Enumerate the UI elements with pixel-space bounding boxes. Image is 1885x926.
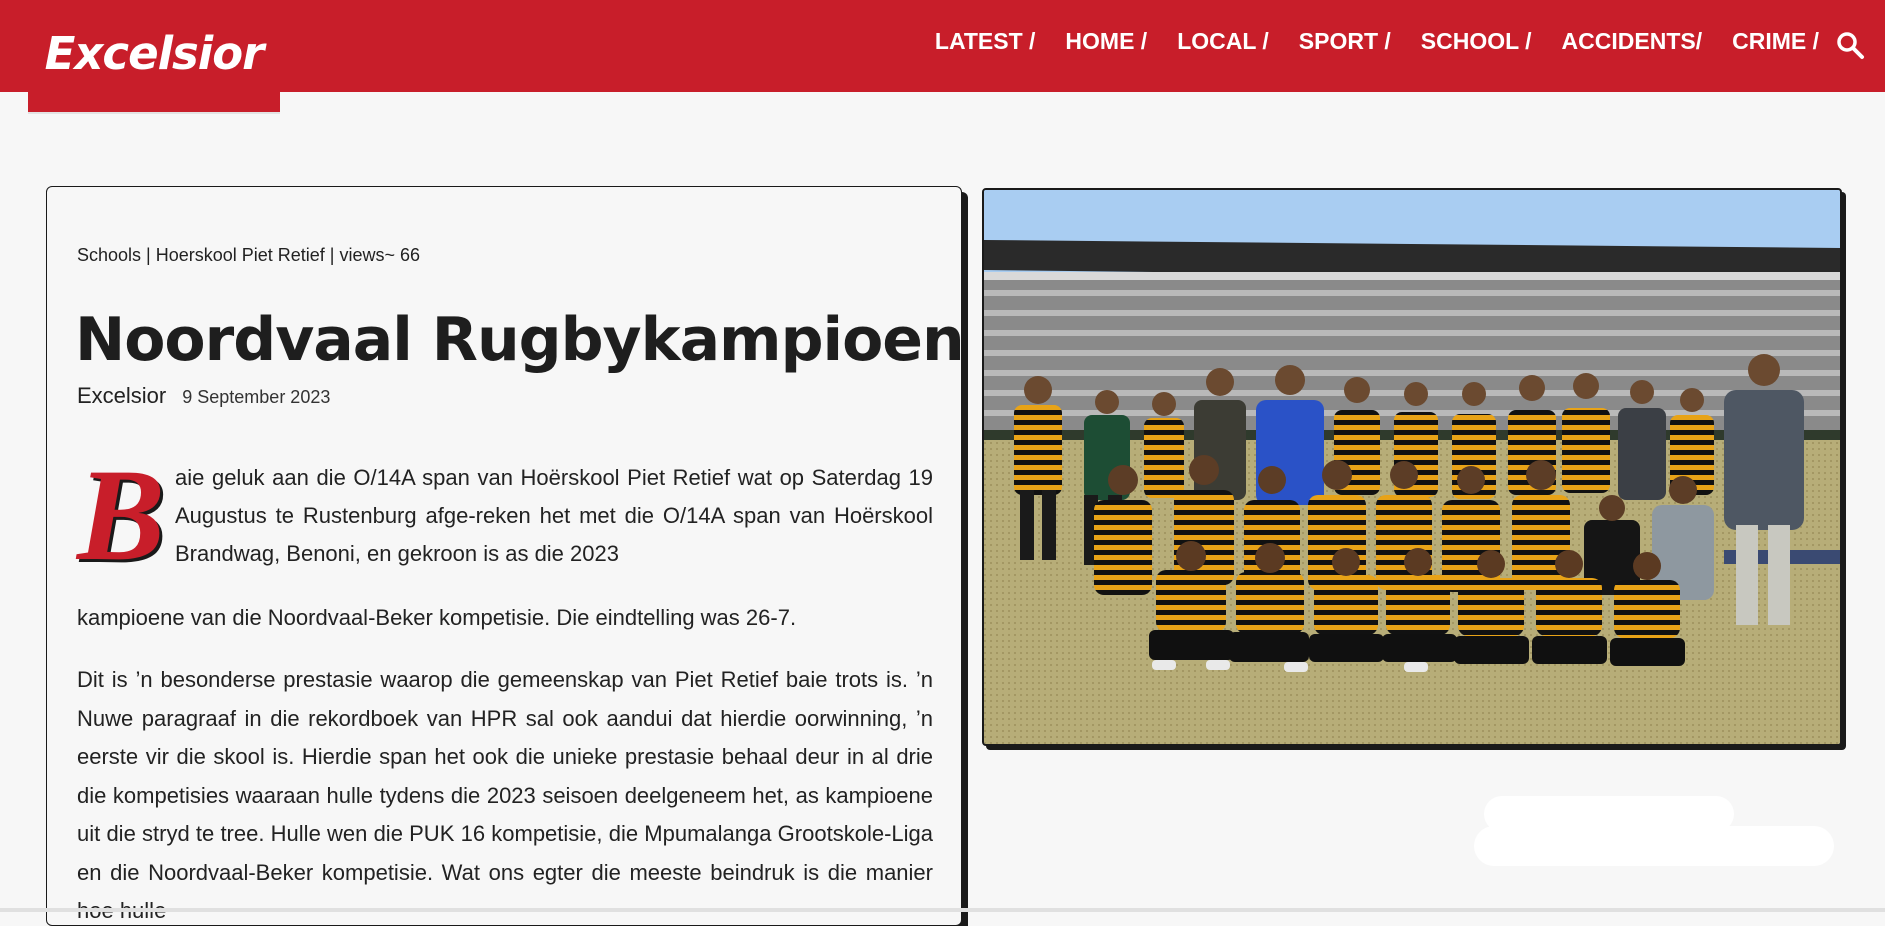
drop-cap: B (77, 441, 166, 588)
byline: Excelsior 9 September 2023 (77, 383, 330, 409)
article-card: Schools | Hoerskool Piet Retief | views~… (46, 186, 962, 926)
article-date: 9 September 2023 (182, 387, 331, 407)
page-bottom-edge (0, 908, 1885, 912)
nav-sport[interactable]: SPORT / (1299, 28, 1391, 55)
nav-accidents[interactable]: ACCIDENTS/ (1562, 28, 1703, 55)
site-logo-text: Excelsior (44, 26, 265, 80)
article-paragraph-lead: aie geluk aan die O/14A span van Hoërsko… (175, 465, 933, 566)
nav-latest[interactable]: LATEST / (935, 28, 1036, 55)
main-nav: LATEST / HOME / LOCAL / SPORT / SCHOOL /… (905, 28, 1819, 55)
site-logo[interactable]: Excelsior (28, 0, 280, 112)
article-photo[interactable] (982, 188, 1842, 746)
nav-home[interactable]: HOME / (1065, 28, 1147, 55)
article-meta: Schools | Hoerskool Piet Retief | views~… (77, 245, 421, 265)
article-title: Noordvaal Rugbykampioene (75, 305, 962, 375)
nav-school[interactable]: SCHOOL / (1421, 28, 1532, 55)
article-paragraph-continued: kampioene van die Noordvaal-Beker kompet… (77, 605, 797, 630)
article-paragraph-2: Dit is ’n besonderse prestasie waarop di… (77, 667, 933, 923)
obscured-overlay (1474, 796, 1834, 866)
search-icon[interactable] (1835, 30, 1865, 60)
nav-crime[interactable]: CRIME / (1732, 28, 1819, 55)
nav-local[interactable]: LOCAL / (1177, 28, 1269, 55)
article-author: Excelsior (77, 383, 167, 408)
team-photo-illustration (984, 190, 1840, 744)
